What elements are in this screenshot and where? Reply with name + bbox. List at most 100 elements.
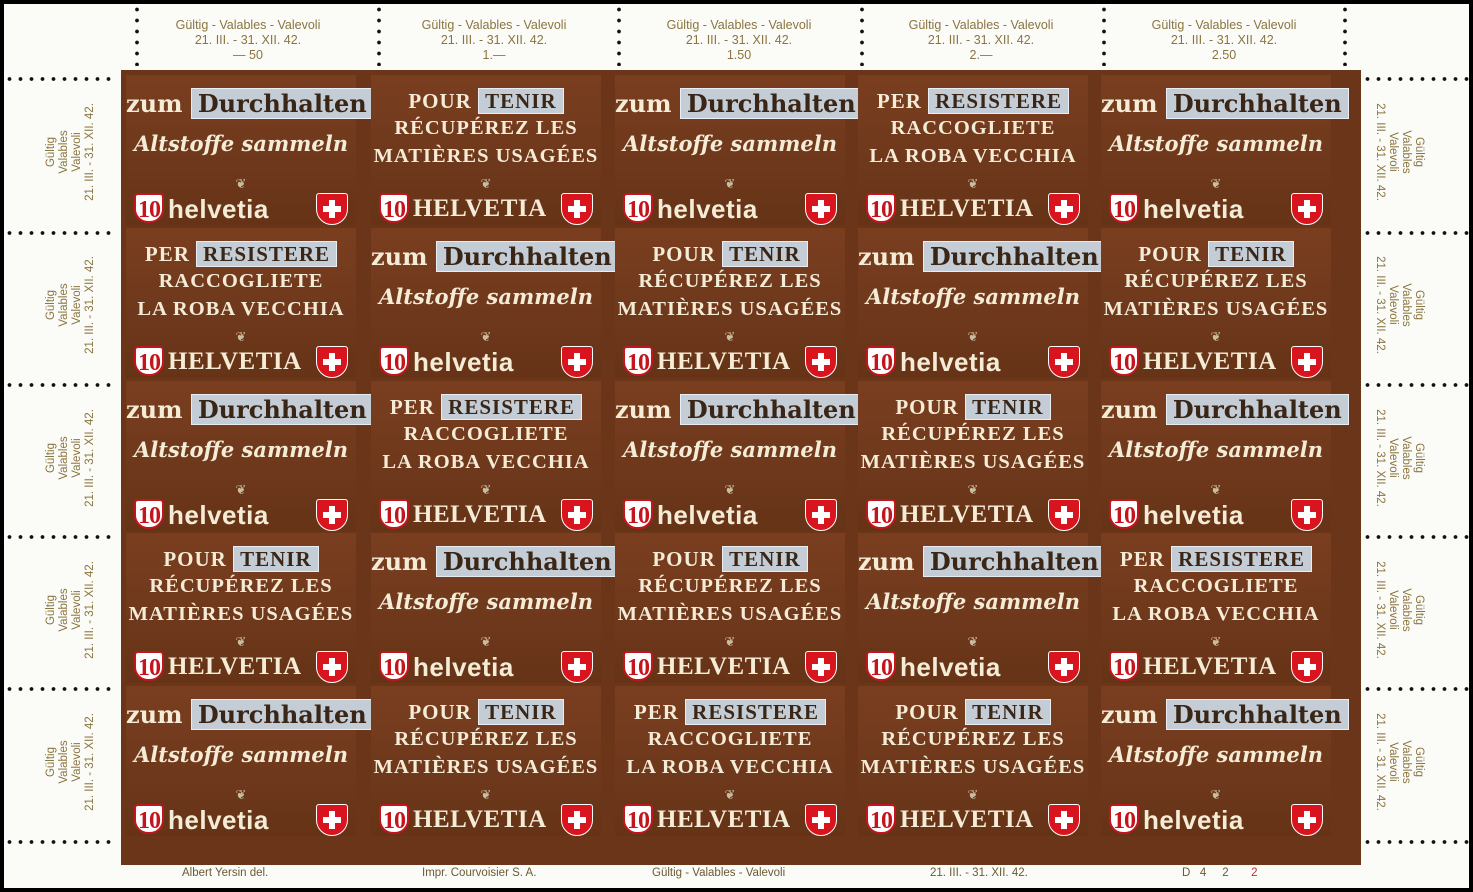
country-name: HELVETIA	[168, 348, 302, 375]
side-label-line: 21. III. - 31. XII. 42.	[1374, 103, 1386, 201]
denomination-shield: 10	[866, 193, 896, 223]
right-side-label-5: Gültig Valables Valevoli 21. III. - 31. XII…	[1369, 692, 1429, 832]
stamp-line-2: Altstoffe sammeln	[378, 284, 594, 309]
perforation	[859, 4, 865, 66]
leaf-ornament-icon: ❦	[480, 634, 492, 649]
top-label-3: Gültig - Valables - Valevoli 21. III. - …	[629, 18, 849, 63]
stamp-highlight-word: TENIR	[965, 699, 1051, 725]
stamp-highlight-word: Durchhalten	[190, 394, 374, 425]
plate-number: D 4 2 2	[1182, 867, 1257, 879]
footer-designer: Albert Yersin del.	[182, 867, 269, 879]
perforation	[1101, 4, 1107, 66]
stamp-line-2: RÉCUPÉREZ LES	[394, 728, 578, 750]
stamp-line-3: MATIÈRES USAGÉES	[373, 145, 599, 167]
stamp-word: PER	[389, 395, 435, 419]
stamp-word: PER	[1119, 547, 1165, 571]
denomination-shield: 10	[134, 499, 164, 529]
side-label-line: Valevoli	[71, 590, 83, 630]
side-label-line: Valables	[1400, 130, 1412, 174]
stamp-line-1: zum Durchhalten	[126, 699, 374, 730]
stamp-line-1: POUR TENIR	[615, 241, 845, 267]
stamp-line-2: RÉCUPÉREZ LES	[638, 575, 822, 597]
side-label-line: Valevoli	[1387, 742, 1399, 782]
country-name: helvetia	[900, 347, 1001, 377]
swiss-cross-shield-icon	[1291, 651, 1323, 683]
swiss-cross-shield-icon	[1048, 193, 1080, 225]
side-label-line: 21. III. - 31. XII. 42.	[84, 103, 96, 201]
plate-digit: 4	[1199, 867, 1207, 879]
leaf-ornament-icon: ❦	[235, 787, 247, 802]
swiss-cross-shield-icon	[1291, 804, 1323, 836]
stamp-line-3: MATIÈRES USAGÉES	[617, 298, 843, 320]
side-label-line: Valevoli	[71, 132, 83, 172]
stamp-ger: zum Durchhalten Altstoffe sammeln ❦ 10 helve…	[1101, 75, 1349, 225]
stamp-line-2: RÉCUPÉREZ LES	[881, 728, 1065, 750]
denomination-shield: 10	[1109, 193, 1139, 223]
stamp-word: zum	[371, 242, 428, 271]
country-name: helvetia	[413, 652, 514, 682]
country-name: HELVETIA	[168, 653, 302, 680]
country-name: HELVETIA	[413, 195, 547, 222]
stamp-word: PER	[144, 242, 190, 266]
stamp-line-3: LA ROBA VECCHIA	[1112, 603, 1320, 625]
stamp-highlight-word: Durchhalten	[190, 88, 374, 119]
swiss-cross-shield-icon	[561, 651, 593, 683]
stamp-ita: PER RESISTERE RACCOGLIETE LA ROBA VECCHIA ❦…	[615, 686, 845, 836]
stamp-ger: zum Durchhalten Altstoffe sammeln ❦ 10 helve…	[126, 381, 374, 531]
stamp-word: POUR	[1138, 242, 1202, 266]
side-label-line: Valevoli	[1387, 132, 1399, 172]
stamp-line-2: RACCOGLIETE	[1133, 575, 1299, 597]
denomination-shield: 10	[379, 804, 409, 834]
stamp-word: zum	[858, 547, 915, 576]
denomination-shield: 10	[623, 346, 653, 376]
leaf-ornament-icon: ❦	[1210, 176, 1222, 191]
stamp-bottom-row: 10 helvetia	[1109, 499, 1323, 531]
stamp-line-1: zum Durchhalten	[615, 88, 863, 119]
top-label-dates: 21. III. - 31. XII. 42.	[194, 33, 302, 47]
denomination-shield: 10	[623, 499, 653, 529]
stamp-word: zum	[615, 395, 672, 424]
right-side-label-1: Gültig Valables Valevoli 21. III. - 31. XII…	[1369, 82, 1429, 222]
side-label-line: Gültig	[1413, 594, 1425, 626]
stamp-bottom-row: 10 helvetia	[623, 193, 837, 225]
swiss-cross-shield-icon	[805, 804, 837, 836]
swiss-cross-shield-icon	[1291, 499, 1323, 531]
denomination-shield: 10	[623, 193, 653, 223]
perforation	[134, 4, 140, 66]
stamp-line-3: LA ROBA VECCHIA	[626, 756, 834, 778]
leaf-ornament-icon: ❦	[967, 176, 979, 191]
side-label-line: Gültig	[45, 136, 57, 168]
country-name: helvetia	[900, 652, 1001, 682]
stamp-highlight-word: TENIR	[478, 699, 564, 725]
stamp-highlight-word: TENIR	[478, 88, 564, 114]
footer-printer: Impr. Courvoisier S. A.	[422, 867, 537, 879]
stamp-bottom-row: 10 helvetia	[379, 346, 593, 378]
right-side-label-2: Gültig Valables Valevoli 21. III. - 31. XII…	[1369, 235, 1429, 375]
perforation	[1342, 4, 1348, 66]
swiss-cross-shield-icon	[1048, 651, 1080, 683]
leaf-ornament-icon: ❦	[967, 634, 979, 649]
side-label-line: 21. III. - 31. XII. 42.	[84, 713, 96, 811]
top-label-dates: 21. III. - 31. XII. 42.	[685, 33, 793, 47]
swiss-cross-shield-icon	[1048, 499, 1080, 531]
swiss-cross-shield-icon	[805, 651, 837, 683]
denomination-shield: 10	[1109, 346, 1139, 376]
stamp-ita: PER RESISTERE RACCOGLIETE LA ROBA VECCHIA ❦…	[371, 381, 601, 531]
right-side-label-4: Gültig Valables Valevoli 21. III. - 31. XII…	[1369, 540, 1429, 680]
country-name: helvetia	[1143, 194, 1244, 224]
stamp-word: zum	[126, 89, 183, 118]
footer-validity: Gültig - Valables - Valevoli	[652, 867, 786, 879]
stamp-highlight-word: RESISTERE	[685, 699, 827, 725]
stamp-line-2: Altstoffe sammeln	[133, 131, 349, 156]
stamp-word: POUR	[895, 700, 959, 724]
stamp-bottom-row: 10 helvetia	[134, 804, 348, 836]
stamp-highlight-word: TENIR	[722, 241, 808, 267]
stamp-line-3: MATIÈRES USAGÉES	[128, 603, 354, 625]
stamp-bottom-row: 10 HELVETIA	[134, 651, 348, 683]
stamp-word: zum	[371, 547, 428, 576]
denomination-shield: 10	[134, 346, 164, 376]
swiss-cross-shield-icon	[316, 804, 348, 836]
side-label-line: Valables	[1400, 283, 1412, 327]
side-label-line: Gültig	[1413, 136, 1425, 168]
perforation	[1362, 839, 1469, 845]
